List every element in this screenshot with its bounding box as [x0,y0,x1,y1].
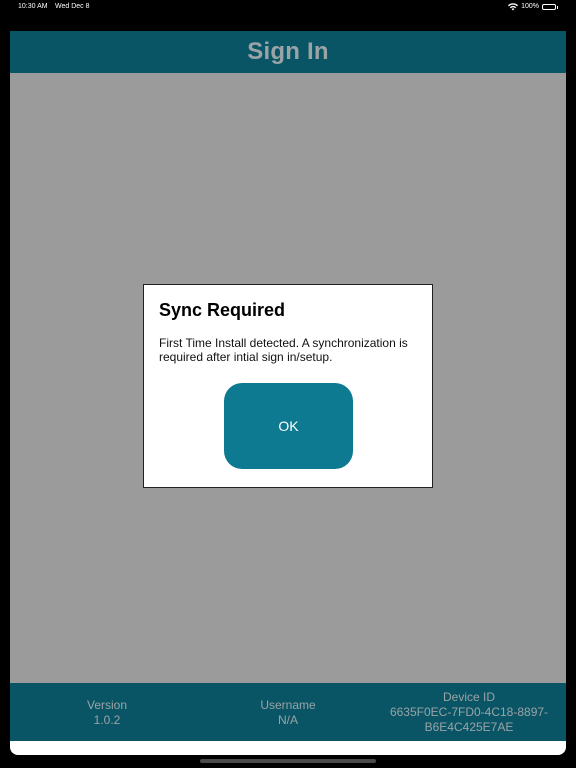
version-label: Version [86,698,128,712]
status-time: 10:30 AM [18,3,48,10]
dialog-message: First Time Install detected. A synchroni… [159,336,408,364]
username-label: Username [260,698,316,712]
header-bar: Sign In [10,31,566,73]
footer-version: Version 1.0.2 [57,698,157,728]
footer-device-id: Device ID 6635F0EC-7FD0-4C18-8897- B6E4C… [379,690,559,735]
battery-full-icon [542,4,558,10]
status-right: 100% [508,0,558,14]
footer-bar: Version 1.0.2 Username N/A Device ID 663… [10,683,566,741]
ok-button[interactable]: OK [224,383,353,469]
username-value: N/A [277,713,298,727]
battery-percent: 100% [521,3,539,10]
home-indicator[interactable] [200,759,376,763]
device-id-label: Device ID [442,690,495,704]
status-bar: 10:30 AM Wed Dec 8 100% [0,0,576,16]
dialog-title: Sync Required [159,300,286,320]
device-id-value-line1: 6635F0EC-7FD0-4C18-8897- [389,705,549,719]
sync-required-dialog: Sync Required First Time Install detecte… [143,284,433,488]
wifi-icon [508,3,519,11]
device-id-value-line2: B6E4C425E7AE [424,720,514,734]
status-date: Wed Dec 8 [55,3,90,10]
page-title: Sign In [247,38,329,65]
version-value: 1.0.2 [93,713,121,727]
footer-username: Username N/A [238,698,338,728]
